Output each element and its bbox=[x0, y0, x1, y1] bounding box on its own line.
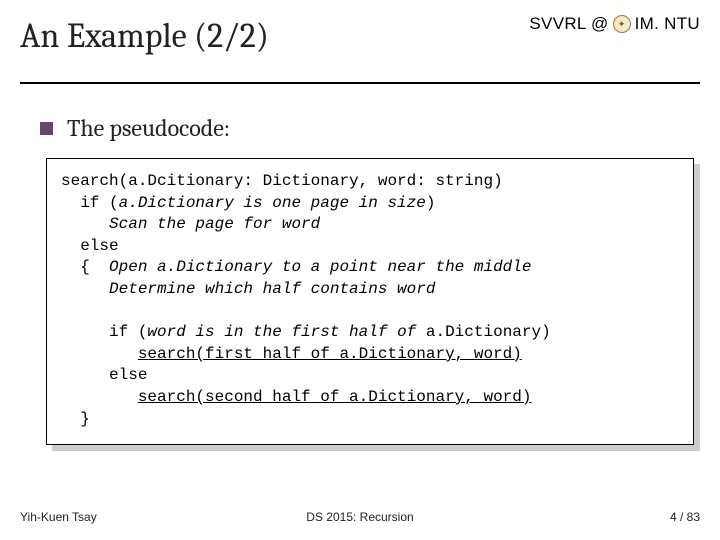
title-underline bbox=[20, 82, 700, 84]
code-line: search(a.Dcitionary: Dictionary, word: s… bbox=[61, 171, 679, 193]
code-token: Open a.Dictionary to a point near the mi… bbox=[109, 258, 531, 276]
code-line: if (a.Dictionary is one page in size) bbox=[61, 193, 679, 215]
code-token: search bbox=[138, 345, 196, 363]
brand-block: SVVRL @ ✦ IM. NTU bbox=[529, 14, 700, 34]
code-content: search(a.Dcitionary: Dictionary, word: s… bbox=[46, 158, 694, 445]
code-line: search(first half of a.Dictionary, word) bbox=[61, 344, 679, 366]
code-token: a.Dictionary, word) bbox=[349, 388, 531, 406]
slide-header: An Example (2/2) SVVRL @ ✦ IM. NTU bbox=[20, 10, 700, 88]
brand-right: IM. NTU bbox=[635, 14, 700, 34]
code-token: a.Dictionary, word) bbox=[339, 345, 521, 363]
slide: An Example (2/2) SVVRL @ ✦ IM. NTU The p… bbox=[0, 0, 720, 540]
code-line: } bbox=[61, 409, 679, 431]
code-token: { bbox=[61, 258, 109, 276]
university-seal-icon: ✦ bbox=[613, 15, 631, 33]
brand-left: SVVRL @ bbox=[529, 14, 608, 34]
code-line: Determine which half contains word bbox=[61, 279, 679, 301]
code-token: word is in the first half of bbox=[147, 323, 425, 341]
code-line: else bbox=[61, 236, 679, 258]
code-line: if (word is in the first half of a.Dicti… bbox=[61, 322, 679, 344]
code-token: if ( bbox=[61, 194, 119, 212]
bullet-text: The pseudocode: bbox=[67, 114, 230, 142]
slide-body: The pseudocode: search(a.Dcitionary: Dic… bbox=[20, 114, 700, 445]
slide-title: An Example (2/2) bbox=[20, 16, 529, 56]
code-line: search(second half of a.Dictionary, word… bbox=[61, 387, 679, 409]
square-bullet-icon bbox=[40, 122, 53, 135]
code-line: else bbox=[61, 365, 679, 387]
code-token: (second half of bbox=[195, 388, 349, 406]
code-token bbox=[61, 388, 138, 406]
code-line: Scan the page for word bbox=[61, 214, 679, 236]
code-token bbox=[61, 345, 138, 363]
code-token: search bbox=[138, 388, 196, 406]
code-token: a.Dictionary is one page in size bbox=[119, 194, 426, 212]
code-line: { Open a.Dictionary to a point near the … bbox=[61, 257, 679, 279]
footer-course: DS 2015: Recursion bbox=[20, 510, 700, 524]
code-box: search(a.Dcitionary: Dictionary, word: s… bbox=[46, 158, 694, 445]
code-token: if ( bbox=[61, 323, 147, 341]
code-token: (first half of bbox=[195, 345, 339, 363]
bullet-item: The pseudocode: bbox=[40, 114, 700, 142]
slide-footer: Yih-Kuen Tsay DS 2015: Recursion 4 / 83 bbox=[20, 510, 700, 524]
code-blank bbox=[61, 301, 679, 323]
code-token: (a.Dcitionary: Dictionary, word: string) bbox=[119, 172, 503, 190]
code-token: ) bbox=[426, 194, 436, 212]
code-token: a.Dictionary) bbox=[426, 323, 551, 341]
code-token: search bbox=[61, 172, 119, 190]
